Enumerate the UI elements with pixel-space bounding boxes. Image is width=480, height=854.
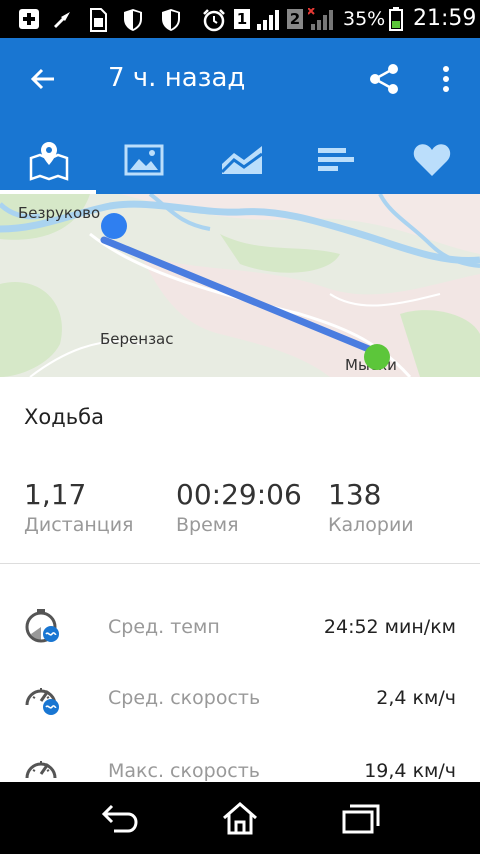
sim1-badge: 1 (234, 9, 250, 29)
shield-icon (124, 9, 142, 31)
speedometer-icon (25, 688, 59, 715)
tab-charts[interactable] (192, 134, 288, 194)
max-speed-value: 19,4 км/ч (364, 760, 456, 782)
signal-icon (257, 10, 279, 30)
map-icon (29, 142, 69, 181)
share-icon[interactable] (367, 62, 401, 96)
home-icon[interactable] (220, 800, 260, 836)
alarm-icon (203, 9, 225, 32)
sim2-badge: 2 (287, 9, 303, 29)
calories-label: Калории (328, 514, 414, 536)
battery-percent: 35% (343, 8, 386, 30)
time-label: Время (176, 514, 239, 536)
back-arrow-icon[interactable] (28, 64, 58, 94)
avg-speed-value: 2,4 км/ч (376, 687, 456, 709)
avg-pace-label: Сред. темп (108, 616, 220, 638)
pace-icon (25, 609, 59, 643)
page-title: 7 ч. назад (108, 63, 246, 93)
route-line (100, 236, 380, 356)
chart-icon (220, 146, 263, 174)
sim-card-icon (90, 8, 107, 32)
recent-apps-icon[interactable] (340, 802, 380, 836)
add-box-icon (19, 9, 39, 29)
activity-type: Ходьба (24, 405, 104, 429)
max-speed-label: Макс. скорость (108, 760, 260, 782)
battery-icon (389, 7, 403, 31)
more-options-icon[interactable] (436, 64, 456, 94)
tab-heart[interactable] (384, 134, 480, 194)
avg-pace-value: 24:52 мин/км (323, 616, 456, 638)
status-bar: 1 2 35% 21:59 (0, 0, 480, 38)
calories-value: 138 (328, 478, 382, 511)
heart-icon (413, 144, 451, 176)
signal-icon (308, 8, 333, 30)
tab-photos[interactable] (96, 134, 192, 194)
app-bar: 7 ч. назад (0, 38, 480, 194)
shield-icon (162, 9, 180, 31)
tab-splits[interactable] (288, 134, 384, 194)
tab-map[interactable] (0, 134, 96, 194)
distance-label: Дистанция (24, 514, 134, 536)
start-marker[interactable] (98, 210, 130, 242)
back-icon[interactable] (100, 802, 140, 836)
system-nav-bar (0, 782, 480, 854)
end-marker[interactable] (361, 341, 393, 373)
image-icon (124, 144, 164, 176)
bar-list-icon (318, 148, 354, 171)
time-value: 00:29:06 (176, 478, 302, 511)
clock: 21:59 (413, 6, 477, 31)
usb-icon (54, 12, 70, 28)
route-map[interactable]: Безруково Берензас Мыски (0, 194, 480, 377)
avg-speed-label: Сред. скорость (108, 687, 261, 709)
distance-value: 1,17 (24, 478, 87, 511)
divider (0, 563, 480, 564)
